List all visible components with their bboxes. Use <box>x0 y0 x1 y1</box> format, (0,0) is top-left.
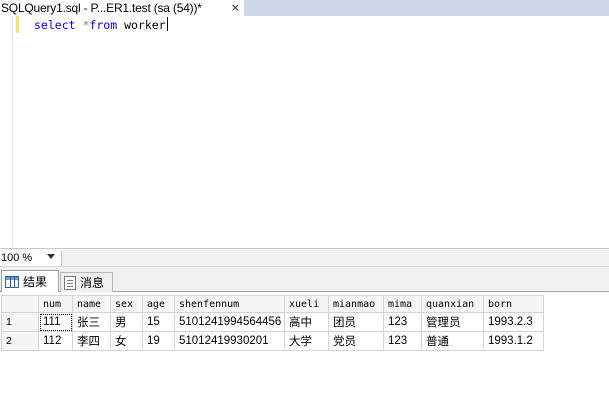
column-header-mianmao[interactable]: mianmao <box>328 295 384 313</box>
document-tab-sqlquery1[interactable]: SQLQuery1.sql - P...ER1.test (sa (54))* … <box>0 0 244 16</box>
cell-sex[interactable]: 女 <box>110 331 143 351</box>
editor-gutter <box>0 16 13 248</box>
zoom-value: 100 % <box>1 252 33 264</box>
cell-mima[interactable]: 123 <box>383 331 422 351</box>
cell-age[interactable]: 19 <box>142 331 175 351</box>
editor-line-1[interactable]: select *from worker <box>34 17 168 33</box>
sql-table-name: worker <box>124 18 166 32</box>
grid-corner[interactable] <box>1 295 39 313</box>
cell-name[interactable]: 张三 <box>72 312 111 332</box>
column-header-age[interactable]: age <box>142 295 175 313</box>
unsaved-change-marker <box>16 16 19 33</box>
result-tabs: 结果 消息 <box>0 267 609 292</box>
column-header-xueli[interactable]: xueli <box>284 295 329 313</box>
sql-keyword-select: select <box>34 18 76 32</box>
column-header-born[interactable]: born <box>483 295 544 313</box>
messages-document-icon <box>64 275 76 290</box>
results-table: num name sex age shenfennum xueli mianma… <box>1 295 544 351</box>
table-row: 1 111 张三 男 15 5101241994564456 高中 团员 123… <box>1 312 544 332</box>
column-header-sex[interactable]: sex <box>110 295 143 313</box>
results-pane: num name sex age shenfennum xueli mianma… <box>0 292 609 415</box>
column-header-quanxian[interactable]: quanxian <box>421 295 484 313</box>
text-caret <box>166 17 168 31</box>
cell-mianmao[interactable]: 团员 <box>328 312 384 332</box>
table-row: 2 112 李四 女 19 51012419930201 大学 党员 123 普… <box>1 331 544 351</box>
header-row: num name sex age shenfennum xueli mianma… <box>1 295 544 313</box>
close-tab-icon[interactable]: × <box>231 1 240 15</box>
results-grid-icon <box>5 275 19 288</box>
cell-num[interactable]: 112 <box>38 331 73 351</box>
sql-keyword-from: from <box>89 18 118 32</box>
zoom-dropdown[interactable]: 100 % <box>0 250 62 266</box>
cell-xueli[interactable]: 大学 <box>284 331 329 351</box>
column-header-name[interactable]: name <box>72 295 111 313</box>
query-editor[interactable]: select *from worker <box>0 16 609 248</box>
column-header-shenfennum[interactable]: shenfennum <box>174 295 285 313</box>
document-tab-strip: SQLQuery1.sql - P...ER1.test (sa (54))* … <box>0 0 609 16</box>
cell-xueli[interactable]: 高中 <box>284 312 329 332</box>
editor-status-bar: 100 % <box>0 248 609 267</box>
tab-results-label: 结果 <box>23 275 48 289</box>
cell-shenfennum[interactable]: 51012419930201 <box>174 331 285 351</box>
cell-quanxian[interactable]: 普通 <box>421 331 484 351</box>
chevron-down-icon[interactable] <box>47 254 55 259</box>
tab-results[interactable]: 结果 <box>1 270 59 292</box>
cell-shenfennum[interactable]: 5101241994564456 <box>174 312 285 332</box>
cell-name[interactable]: 李四 <box>72 331 111 351</box>
column-header-mima[interactable]: mima <box>383 295 422 313</box>
row-number[interactable]: 1 <box>1 312 39 332</box>
tab-messages[interactable]: 消息 <box>60 272 113 292</box>
cell-sex[interactable]: 男 <box>110 312 143 332</box>
cell-mima[interactable]: 123 <box>383 312 422 332</box>
row-number[interactable]: 2 <box>1 331 39 351</box>
cell-age[interactable]: 15 <box>142 312 175 332</box>
cell-num[interactable]: 111 <box>38 312 73 332</box>
column-header-num[interactable]: num <box>38 295 73 313</box>
cell-born[interactable]: 1993.1.2 <box>483 331 544 351</box>
horizontal-scrollbar[interactable] <box>62 250 609 266</box>
cell-mianmao[interactable]: 党员 <box>328 331 384 351</box>
cell-born[interactable]: 1993.2.3 <box>483 312 544 332</box>
document-tab-title: SQLQuery1.sql - P...ER1.test (sa (54))* <box>1 1 202 15</box>
cell-quanxian[interactable]: 管理员 <box>421 312 484 332</box>
tab-messages-label: 消息 <box>80 276 105 290</box>
